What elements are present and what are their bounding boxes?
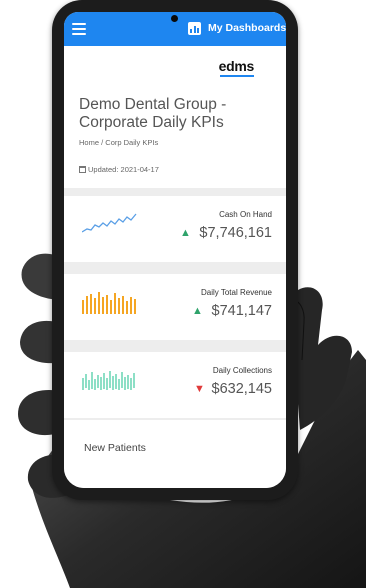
trend-up-icon: ▲: [180, 227, 191, 239]
breadcrumb-home-link[interactable]: Home: [79, 138, 99, 147]
kpi-value: $632,145: [211, 381, 272, 397]
kpi-label: Daily Total Revenue: [200, 288, 272, 297]
collections-sparkline: [82, 371, 135, 390]
dashboard-header: edms Demo Dental Group - Corporate Daily…: [64, 46, 286, 188]
breadcrumb-current: Corp Daily KPIs: [105, 138, 159, 147]
kpi-label: Cash On Hand: [219, 210, 272, 219]
updated-date: Updated: 2021-04-17: [79, 165, 159, 174]
bar-chart-icon: [188, 22, 201, 35]
kpi-card-cash-on-hand[interactable]: Cash On Hand ▲ $7,746,161: [64, 196, 286, 262]
kpi-value: $741,147: [211, 303, 272, 319]
calendar-icon: [79, 166, 86, 173]
breadcrumb-separator: /: [101, 138, 104, 147]
breadcrumb: Home / Corp Daily KPIs: [79, 138, 158, 147]
kpi-card-daily-collections[interactable]: Daily Collections ▼ $632,145: [64, 352, 286, 418]
updated-text: Updated: 2021-04-17: [88, 165, 159, 174]
app-screen: My Dashboards edms Demo Dental Group - C…: [64, 12, 286, 488]
kpi-card-daily-total-revenue[interactable]: Daily Total Revenue ▲ $741,147: [64, 274, 286, 340]
company-logo: edms: [218, 58, 255, 74]
page-title: Demo Dental Group - Corporate Daily KPIs: [79, 96, 227, 131]
revenue-bar-sparkline: [82, 292, 136, 314]
my-dashboards-label: My Dashboards: [208, 22, 286, 34]
section-title: New Patients: [84, 442, 146, 454]
new-patients-section[interactable]: New Patients: [64, 420, 286, 488]
logo-underline: [220, 75, 254, 77]
kpi-value: $7,746,161: [199, 225, 272, 241]
cash-sparkline: [82, 213, 137, 233]
trend-up-icon: ▲: [192, 305, 203, 317]
camera-icon: [171, 15, 178, 22]
hamburger-menu-icon[interactable]: [72, 23, 86, 35]
trend-down-icon: ▼: [194, 383, 205, 395]
kpi-label: Daily Collections: [212, 366, 272, 375]
